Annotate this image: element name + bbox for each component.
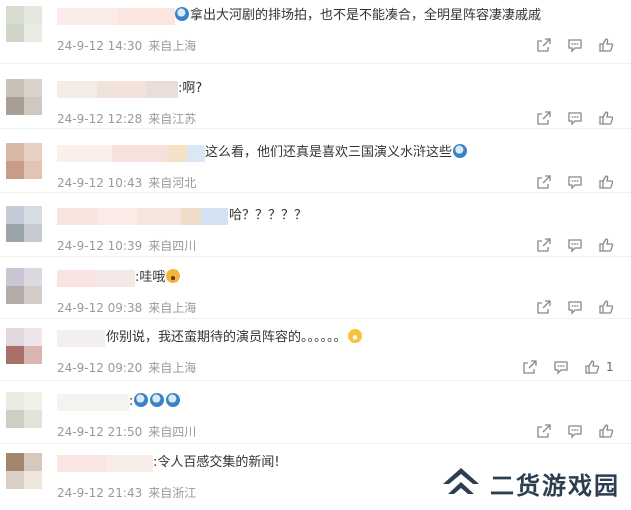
comment-meta: 24-9-12 09:20 来自上海 xyxy=(57,360,196,376)
smirk-emoji-icon xyxy=(347,329,362,343)
comment-meta: 24-9-12 21:50 来自四川 xyxy=(57,424,196,440)
comment-text: 这么看，他们还真是喜欢三国演义水浒这些 xyxy=(205,143,468,163)
comment-icon[interactable] xyxy=(567,110,585,128)
comment-date: 24-9-12 21:50 xyxy=(57,425,143,439)
like-icon[interactable] xyxy=(598,174,616,192)
share-icon[interactable] xyxy=(536,299,554,317)
divider xyxy=(0,380,631,381)
comment-item: 你别说，我还蛮期待的演员阵容的。。。。。。 24-9-12 09:20 来自上海 … xyxy=(0,322,631,385)
comment-meta: 24-9-12 21:43 来自浙江 xyxy=(57,485,196,501)
comment-location: 来自浙江 xyxy=(148,486,197,500)
comment-location: 来自四川 xyxy=(148,239,197,253)
comment-item: 拿出大河剧的排场拍，也不是不能凑合，全明星阵容凄凄戚戚 24-9-12 14:3… xyxy=(0,0,631,63)
username-blurred[interactable] xyxy=(57,270,135,287)
comment-date: 24-9-12 14:30 xyxy=(57,39,143,53)
comment-text: : xyxy=(129,392,181,412)
username-blurred[interactable] xyxy=(57,330,105,347)
sweat-emoji-icon xyxy=(453,144,468,158)
comment-meta: 24-9-12 10:43 来自河北 xyxy=(57,175,196,191)
share-icon[interactable] xyxy=(536,237,554,255)
comment-date: 24-9-12 10:39 xyxy=(57,239,143,253)
comment-location: 来自江苏 xyxy=(148,112,197,126)
chevron-logo-icon xyxy=(443,468,479,494)
username-blurred[interactable] xyxy=(57,455,153,472)
comment-icon[interactable] xyxy=(567,299,585,317)
comment-icon[interactable] xyxy=(567,423,585,441)
comment-date: 24-9-12 12:28 xyxy=(57,112,143,126)
divider xyxy=(0,63,631,64)
comment-date: 24-9-12 10:43 xyxy=(57,176,143,190)
avatar[interactable] xyxy=(6,206,42,242)
sweat-emoji-icon xyxy=(134,393,149,407)
comment-icon[interactable] xyxy=(567,237,585,255)
wow-emoji-icon xyxy=(166,269,181,283)
comment-location: 来自上海 xyxy=(148,39,197,53)
comment-date: 24-9-12 09:38 xyxy=(57,301,143,315)
sweat-emoji-icon xyxy=(166,393,181,407)
like-icon[interactable] xyxy=(598,237,616,255)
like-icon[interactable] xyxy=(598,423,616,441)
avatar[interactable] xyxy=(6,392,42,428)
like-count: 1 xyxy=(606,360,614,374)
divider xyxy=(0,256,631,257)
comment-text: :啊? xyxy=(178,81,203,96)
watermark-logo: 二货游戏园 xyxy=(440,462,626,502)
comment-text: :哇哦 xyxy=(135,268,181,288)
avatar[interactable] xyxy=(6,79,42,115)
share-icon[interactable] xyxy=(536,37,554,55)
username-blurred[interactable] xyxy=(57,145,205,162)
comment-text: 哈？？？？？ xyxy=(229,208,308,223)
avatar[interactable] xyxy=(6,268,42,304)
share-icon[interactable] xyxy=(536,110,554,128)
divider xyxy=(0,192,631,193)
avatar[interactable] xyxy=(6,6,42,42)
comment-item: 这么看，他们还真是喜欢三国演义水浒这些 24-9-12 10:43 来自河北 xyxy=(0,137,631,200)
divider xyxy=(0,318,631,319)
comment-item: :哇哦 24-9-12 09:38 来自上海 xyxy=(0,262,631,325)
avatar[interactable] xyxy=(6,453,42,489)
comment-meta: 24-9-12 09:38 来自上海 xyxy=(57,300,196,316)
comment-item: :啊? 24-9-12 12:28 来自江苏 xyxy=(0,73,631,136)
comment-location: 来自上海 xyxy=(148,361,197,375)
comment-location: 来自四川 xyxy=(148,425,197,439)
comment-location: 来自上海 xyxy=(148,301,197,315)
comment-item: 哈？？？？？ 24-9-12 10:39 来自四川 xyxy=(0,200,631,263)
comment-meta: 24-9-12 12:28 来自江苏 xyxy=(57,111,196,127)
watermark-text: 二货游戏园 xyxy=(490,472,620,500)
like-icon[interactable] xyxy=(598,110,616,128)
comment-meta: 24-9-12 10:39 来自四川 xyxy=(57,238,196,254)
comment-item: : 24-9-12 21:50 来自四川 xyxy=(0,386,631,449)
comment-icon[interactable] xyxy=(567,37,585,55)
divider xyxy=(0,443,631,444)
comment-icon[interactable] xyxy=(553,359,571,377)
username-blurred[interactable] xyxy=(57,81,178,98)
username-blurred[interactable] xyxy=(57,394,129,411)
comment-date: 24-9-12 21:43 xyxy=(57,486,143,500)
username-blurred[interactable] xyxy=(57,208,228,225)
share-icon[interactable] xyxy=(536,423,554,441)
comment-text: :令人百感交集的新闻! xyxy=(153,455,280,470)
avatar[interactable] xyxy=(6,328,42,364)
like-icon[interactable] xyxy=(598,37,616,55)
like-icon[interactable]: 1 xyxy=(584,359,614,377)
like-icon[interactable] xyxy=(598,299,616,317)
username-blurred[interactable] xyxy=(57,8,175,25)
comment-meta: 24-9-12 14:30 来自上海 xyxy=(57,38,196,54)
comment-location: 来自河北 xyxy=(148,176,197,190)
comment-text: 拿出大河剧的排场拍，也不是不能凑合，全明星阵容凄凄戚戚 xyxy=(174,6,541,26)
share-icon[interactable] xyxy=(522,359,540,377)
sweat-emoji-icon xyxy=(150,393,165,407)
comment-date: 24-9-12 09:20 xyxy=(57,361,143,375)
avatar[interactable] xyxy=(6,143,42,179)
sweat-emoji-icon xyxy=(175,7,189,21)
comment-text: 你别说，我还蛮期待的演员阵容的。。。。。。 xyxy=(106,328,363,348)
share-icon[interactable] xyxy=(536,174,554,192)
divider xyxy=(0,128,631,129)
comment-icon[interactable] xyxy=(567,174,585,192)
